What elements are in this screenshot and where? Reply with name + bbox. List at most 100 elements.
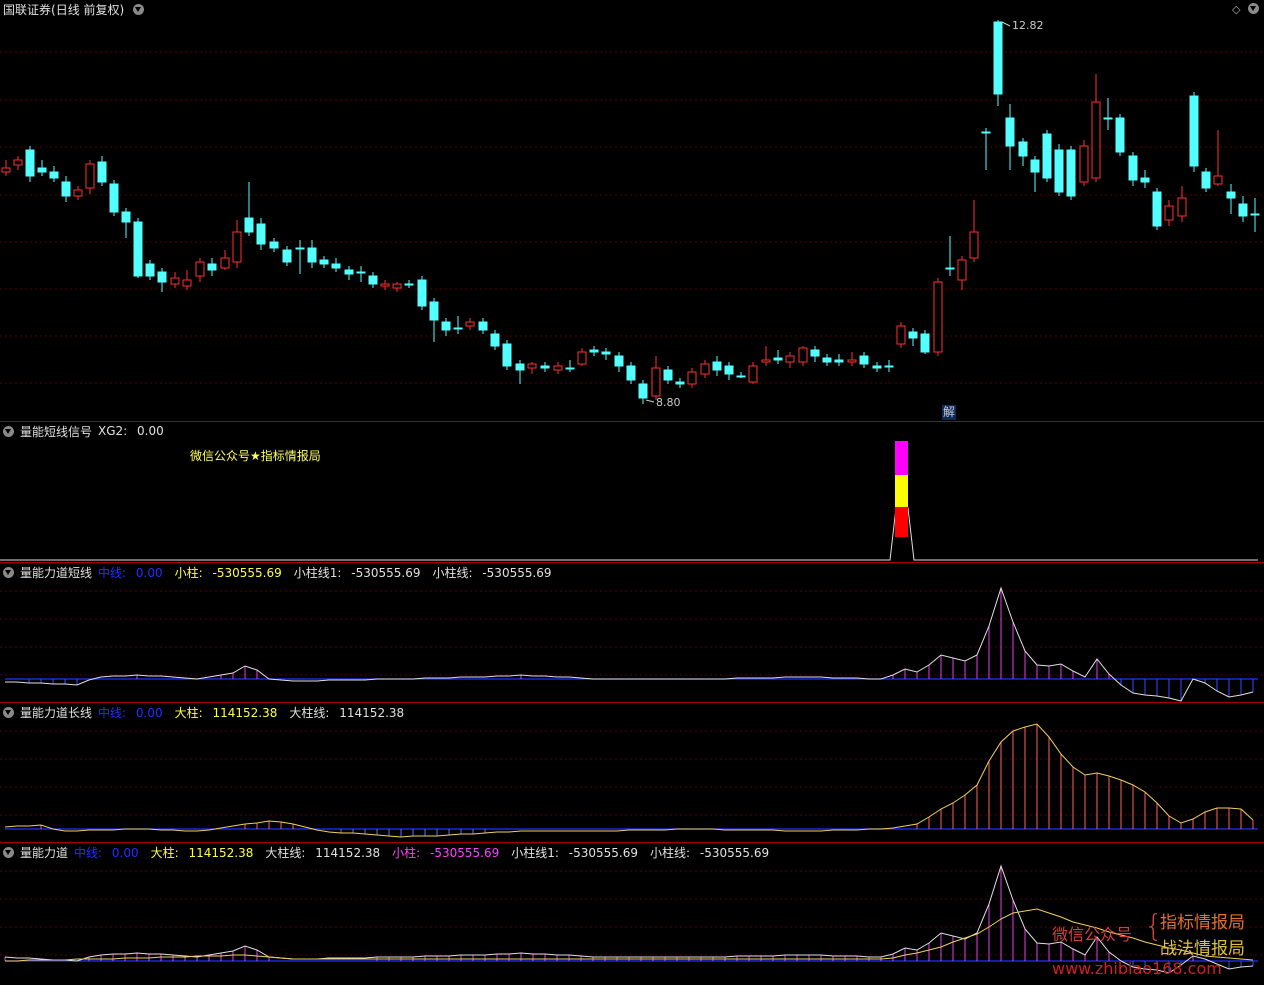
candle-body — [1226, 191, 1236, 199]
candle-body — [785, 355, 795, 363]
candle-body — [356, 271, 366, 274]
candle-body — [331, 263, 341, 269]
candle-body — [1177, 197, 1187, 217]
candle-body — [478, 321, 488, 331]
signal-chart — [0, 441, 1258, 561]
candle-body — [295, 247, 305, 250]
candle-body — [761, 359, 771, 363]
candle-body — [13, 159, 23, 166]
candle-body — [1238, 203, 1248, 217]
candle-body — [933, 281, 943, 353]
short-force-chart — [0, 586, 1264, 702]
candle-body — [1128, 155, 1138, 181]
candle-body — [1091, 101, 1101, 179]
candle-body — [502, 343, 512, 367]
candle-body — [61, 181, 71, 197]
signal-bar-red — [895, 507, 908, 537]
candle-body — [651, 367, 661, 397]
watermark-prefix: 微信公众号 — [1052, 925, 1133, 944]
candle-body — [712, 361, 722, 371]
candle-body — [945, 267, 955, 270]
candle-body — [1189, 95, 1199, 167]
signal-panel[interactable]: 量能短线信号 XG2: 0.00 微信公众号★指标情报局 — [0, 422, 1264, 562]
force-panel[interactable]: 量能力道 中线: 0.00 大柱: 114152.38 大柱线: 114152.… — [0, 843, 1264, 985]
signal-bar-yellow — [895, 475, 908, 507]
candle-body — [577, 351, 587, 365]
watermark-line1: 指标情报局 — [1160, 913, 1245, 933]
candle-body — [319, 259, 329, 265]
candle-body — [490, 333, 500, 347]
candle-body — [969, 231, 979, 259]
candle-body — [773, 357, 783, 361]
candle-body — [417, 279, 427, 307]
candle-body — [700, 363, 710, 375]
candle-body — [981, 131, 991, 134]
candle-body — [344, 269, 354, 275]
candle-body — [73, 189, 83, 197]
candle-body — [896, 325, 906, 345]
candle-body — [207, 263, 217, 271]
candle-body — [515, 363, 525, 371]
candle-body — [834, 359, 844, 363]
candle-body — [404, 283, 414, 286]
candle-body — [822, 357, 832, 363]
candle-body — [957, 259, 967, 281]
candle-body — [1054, 149, 1064, 193]
candle-body — [993, 21, 1003, 95]
candle-body — [133, 221, 143, 277]
signal-line — [0, 507, 1258, 561]
candle-body — [49, 171, 59, 179]
candle-body — [368, 275, 378, 285]
candle-body — [908, 331, 918, 339]
high-pointer — [1001, 21, 1011, 27]
candle-body — [1, 167, 11, 173]
indicator-line — [5, 586, 1254, 702]
short-force-panel[interactable]: 量能力道短线 中线: 0.00 小柱: -530555.69 小柱线1: -53… — [0, 563, 1264, 702]
candle-body — [663, 369, 673, 381]
candle-body — [269, 241, 279, 249]
watermark-line2: 战法情报局 — [1160, 939, 1245, 959]
candle-body — [97, 161, 107, 183]
candle-body — [1018, 141, 1028, 157]
candle-body — [453, 327, 463, 330]
candle-body — [675, 381, 685, 385]
candle-body — [282, 249, 292, 263]
candle-body — [626, 365, 636, 381]
candle-body — [380, 283, 390, 287]
candle-body — [614, 355, 624, 367]
candle-body — [220, 257, 230, 269]
signal-bar-magenta — [895, 441, 908, 475]
candle-body — [638, 383, 648, 399]
candle-body — [798, 347, 808, 363]
candle-body — [736, 375, 746, 378]
long-force-panel[interactable]: 量能力道长线 中线: 0.00 大柱: 114152.38 大柱线: 11415… — [0, 703, 1264, 842]
candle-body — [465, 321, 475, 327]
candle-body — [872, 365, 882, 369]
candle-body — [1250, 213, 1260, 216]
candle-body — [540, 365, 550, 369]
candle-body — [527, 363, 537, 369]
candle-body — [810, 349, 820, 357]
candle-body — [920, 333, 930, 353]
candle-body — [232, 231, 242, 263]
candle-body — [1201, 171, 1211, 189]
candle-body — [1042, 133, 1052, 179]
low-price-label: 8.80 — [656, 396, 681, 409]
high-price-label: 12.82 — [1012, 19, 1044, 32]
watermark-url: www.zhibiao168.com — [1052, 959, 1222, 978]
candle-body — [748, 365, 758, 383]
candle-body — [1066, 149, 1076, 197]
unlock-marker[interactable]: 解 — [942, 405, 957, 420]
candle-body — [441, 321, 451, 331]
candle-body — [1213, 175, 1223, 185]
candle-body — [145, 263, 155, 277]
candle-body — [859, 355, 869, 365]
candle-body — [1079, 145, 1089, 183]
kline-panel[interactable]: 国联证券 (日线 前复权) ◇ 12.82 8.80 解 — [0, 0, 1264, 421]
candle-body — [37, 167, 47, 173]
candle-body — [256, 223, 266, 245]
candle-body — [687, 371, 697, 385]
candle-body — [847, 359, 857, 363]
candle-body — [1030, 159, 1040, 173]
candle-body — [429, 301, 439, 321]
